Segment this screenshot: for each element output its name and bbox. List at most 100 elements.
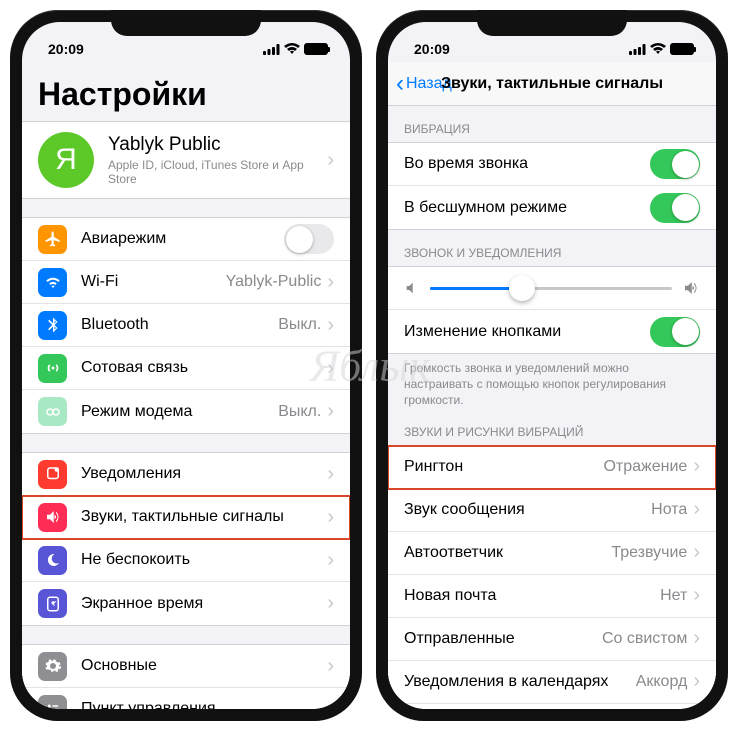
chevron-right-icon: › <box>327 463 334 486</box>
control-center-icon <box>38 695 67 710</box>
settings-content[interactable]: Настройки Я Yablyk Public Apple ID, iClo… <box>22 62 350 709</box>
phone-left: 20:09 Настройки Я Yablyk Public Apple ID… <box>10 10 362 721</box>
notch <box>111 10 261 36</box>
dnd-icon <box>38 546 67 575</box>
chevron-right-icon: › <box>327 549 334 572</box>
chevron-right-icon: › <box>693 541 700 564</box>
notifications-icon <box>38 460 67 489</box>
row-dnd[interactable]: Не беспокоить › <box>22 539 350 582</box>
wifi-icon <box>650 43 666 55</box>
bluetooth-icon <box>38 311 67 340</box>
detail: Нота <box>651 501 687 519</box>
gear-icon <box>38 652 67 681</box>
detail: Выкл. <box>278 403 321 421</box>
wifi-icon <box>284 43 300 55</box>
row-sounds[interactable]: Звуки, тактильные сигналы › <box>22 496 350 539</box>
hotspot-icon <box>38 397 67 426</box>
cellular-signal-icon <box>263 44 280 55</box>
label: Экранное время <box>81 595 327 613</box>
label: Изменение кнопками <box>404 323 650 341</box>
label: Новая почта <box>404 587 660 605</box>
label: Режим модема <box>81 403 278 421</box>
label: Автоответчик <box>404 544 611 562</box>
row-bluetooth[interactable]: Bluetooth Выкл. › <box>22 304 350 347</box>
apple-id-row[interactable]: Я Yablyk Public Apple ID, iCloud, iTunes… <box>22 122 350 198</box>
label: Пункт управления <box>81 700 327 709</box>
chevron-right-icon: › <box>693 670 700 693</box>
phone-right: 20:09 ‹ Назад Звуки, тактильные сигналы … <box>376 10 728 721</box>
airplane-toggle[interactable] <box>284 224 334 254</box>
label: Рингтон <box>404 458 603 476</box>
chevron-right-icon: › <box>327 400 334 423</box>
back-label: Назад <box>406 75 452 93</box>
label: Уведомления <box>81 465 327 483</box>
volume-high-icon <box>682 279 700 297</box>
row-voicemail[interactable]: Автоответчик Трезвучие › <box>388 532 716 575</box>
chevron-right-icon: › <box>327 655 334 678</box>
section-vibration: ВИБРАЦИЯ <box>388 106 716 142</box>
section-sounds-patterns: ЗВУКИ И РИСУНКИ ВИБРАЦИЙ <box>388 415 716 445</box>
label: Отправленные <box>404 630 602 648</box>
status-time: 20:09 <box>48 41 84 57</box>
row-ringtone[interactable]: Рингтон Отражение › <box>388 446 716 489</box>
label: Основные <box>81 657 327 675</box>
avatar: Я <box>38 132 94 188</box>
volume-slider[interactable] <box>430 287 672 290</box>
screen-left: 20:09 Настройки Я Yablyk Public Apple ID… <box>22 22 350 709</box>
detail: Yablyk-Public <box>226 273 322 291</box>
row-new-mail[interactable]: Новая почта Нет › <box>388 575 716 618</box>
row-vibrate-silent[interactable]: В бесшумном режиме <box>388 186 716 229</box>
row-hotspot[interactable]: Режим модема Выкл. › <box>22 390 350 433</box>
row-control-center[interactable]: Пункт управления › <box>22 688 350 709</box>
wifi-settings-icon <box>38 268 67 297</box>
row-text-tone[interactable]: Звук сообщения Нота › <box>388 489 716 532</box>
label: Звук сообщения <box>404 501 651 519</box>
page-title: Настройки <box>22 62 350 121</box>
vibrate-silent-toggle[interactable] <box>650 193 700 223</box>
row-wifi[interactable]: Wi-Fi Yablyk-Public › <box>22 261 350 304</box>
label: В бесшумном режиме <box>404 199 650 217</box>
detail: Со свистом <box>602 630 687 648</box>
footer-ringer: Громкость звонка и уведомлений можно нас… <box>388 354 716 415</box>
nav-bar: ‹ Назад Звуки, тактильные сигналы <box>388 62 716 106</box>
label: Уведомления в календарях <box>404 673 636 691</box>
chevron-right-icon: › <box>327 592 334 615</box>
sounds-icon <box>38 503 67 532</box>
detail: Аккорд <box>636 673 688 691</box>
detail: Выкл. <box>278 316 321 334</box>
row-reminder-alerts[interactable]: Уведомления Аккорд › <box>388 704 716 709</box>
label: Авиарежим <box>81 230 284 248</box>
status-time: 20:09 <box>414 41 450 57</box>
chevron-right-icon: › <box>693 627 700 650</box>
chevron-right-icon: › <box>327 698 334 710</box>
chevron-right-icon: › <box>327 357 334 380</box>
airplane-icon <box>38 225 67 254</box>
row-notifications[interactable]: Уведомления › <box>22 453 350 496</box>
row-cellular[interactable]: Сотовая связь › <box>22 347 350 390</box>
vibrate-ring-toggle[interactable] <box>650 149 700 179</box>
row-screentime[interactable]: Экранное время › <box>22 582 350 625</box>
chevron-right-icon: › <box>693 584 700 607</box>
sounds-content[interactable]: ВИБРАЦИЯ Во время звонка В бесшумном реж… <box>388 106 716 709</box>
battery-icon <box>670 43 694 55</box>
change-buttons-toggle[interactable] <box>650 317 700 347</box>
notch <box>477 10 627 36</box>
detail: Трезвучие <box>611 544 687 562</box>
screen-right: 20:09 ‹ Назад Звуки, тактильные сигналы … <box>388 22 716 709</box>
slider-thumb[interactable] <box>509 275 535 301</box>
battery-icon <box>304 43 328 55</box>
row-change-with-buttons[interactable]: Изменение кнопками <box>388 310 716 353</box>
row-general[interactable]: Основные › <box>22 645 350 688</box>
row-airplane[interactable]: Авиарежим <box>22 218 350 261</box>
section-ringer: ЗВОНОК И УВЕДОМЛЕНИЯ <box>388 230 716 266</box>
back-button[interactable]: ‹ Назад <box>396 72 452 96</box>
volume-low-icon <box>404 280 420 296</box>
row-volume-slider[interactable] <box>388 267 716 310</box>
row-vibrate-ring[interactable]: Во время звонка <box>388 143 716 186</box>
chevron-right-icon: › <box>693 455 700 478</box>
row-sent-mail[interactable]: Отправленные Со свистом › <box>388 618 716 661</box>
label: Сотовая связь <box>81 359 327 377</box>
chevron-right-icon: › <box>327 506 334 529</box>
row-calendar-alerts[interactable]: Уведомления в календарях Аккорд › <box>388 661 716 704</box>
screentime-icon <box>38 589 67 618</box>
